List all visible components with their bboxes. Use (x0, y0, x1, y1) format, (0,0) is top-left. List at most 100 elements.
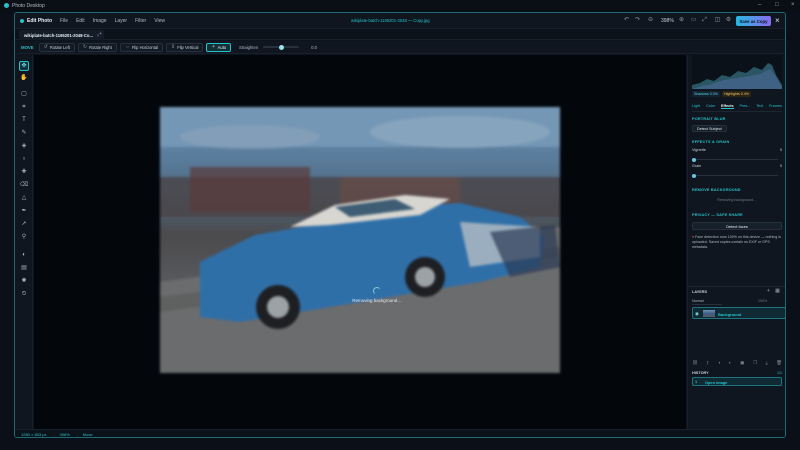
layer-row[interactable]: ◉ Background (692, 307, 785, 319)
menu-file[interactable]: File (60, 18, 68, 24)
effects-grain-title: EFFECTS & GRAIN (692, 140, 730, 144)
brush-tool-icon[interactable]: ✎ (19, 128, 29, 138)
adjustment-icon[interactable]: ◐ (729, 360, 732, 366)
rotate-left-button[interactable]: ↺ Rotate Left (38, 42, 75, 52)
tool-options-bar: MOVE ↺ Rotate Left ↻ Rotate Right ⇔ Flip Ho… (15, 41, 785, 54)
tab-text[interactable]: Text (756, 104, 763, 109)
menu-edit[interactable]: Edit (76, 18, 85, 24)
settings-icon[interactable]: ⚙ (725, 17, 732, 24)
auto-label: Auto (217, 44, 227, 50)
highlights-clip-badge[interactable]: Highlights 0.4% (721, 91, 751, 97)
pen-tool-icon[interactable]: ✒ (19, 206, 29, 216)
vignette-row: Vignette 0 (692, 148, 782, 152)
privacy-note: ● Face detection runs 100% on this devic… (692, 235, 782, 250)
flip-vertical-button[interactable]: ⇕ Flip Vertical (166, 42, 204, 52)
rotate-left-label: Rotate Left (49, 44, 70, 50)
add-layer-icon[interactable]: + (766, 289, 771, 294)
move-tool-icon[interactable]: ✥ (19, 61, 29, 71)
flip-vertical-icon: ⇕ (171, 44, 176, 50)
fullscreen-icon[interactable]: ⤢ (701, 17, 708, 24)
document-title: wikiplate-batch-1165201-2048 — Copy.jpg (351, 18, 430, 23)
fit-icon[interactable]: ▭ (690, 17, 697, 24)
grain-slider-knob[interactable] (692, 173, 696, 178)
text-tool-icon[interactable]: T (19, 115, 29, 125)
history-tool-icon[interactable]: ⏲ (19, 289, 29, 299)
detect-subject-button[interactable]: Detect Subject (692, 125, 727, 132)
merge-icon[interactable]: ⤓ (766, 360, 768, 366)
eyedropper-tool-icon[interactable]: ⚲ (19, 232, 29, 242)
menu-view[interactable]: View (154, 18, 165, 24)
crop-tool-icon[interactable]: ⌗ (19, 102, 29, 112)
vignette-slider[interactable] (692, 157, 778, 162)
save-as-copy-button[interactable]: Save as Copy (736, 16, 771, 26)
brand-logo-icon (20, 18, 24, 23)
heal-tool-icon[interactable]: ✚ (19, 167, 29, 177)
fx-icon[interactable]: ƒ (706, 360, 709, 366)
flip-horizontal-button[interactable]: ⇔ Flip Horizontal (119, 42, 164, 52)
layer-options-icon[interactable]: ▦ (775, 289, 780, 294)
document-tabbar: wikiplate-batch-1165201-2048-Co... × + (15, 29, 785, 40)
eraser-tool-icon[interactable]: ⌫ (19, 180, 29, 190)
vignette-slider-knob[interactable] (692, 157, 696, 162)
marquee-tool-icon[interactable]: ▢ (19, 89, 29, 99)
image-canvas[interactable]: Removing background… (34, 55, 686, 429)
canvas-status-message: Removing background… (352, 298, 402, 303)
clone-tool-icon[interactable]: ♁ (19, 154, 29, 164)
portrait-blur-title: PORTRAIT BLUR (692, 117, 726, 121)
layer-name: Background (718, 311, 742, 317)
menu-image[interactable]: Image (93, 18, 107, 24)
redo-icon[interactable]: ↷ (634, 17, 641, 24)
undo-icon[interactable]: ↶ (623, 17, 630, 24)
maximize-icon[interactable]: □ (775, 2, 779, 8)
straighten-slider-knob[interactable] (278, 44, 284, 50)
eye-icon[interactable]: ◉ (695, 311, 699, 317)
document-tab[interactable]: wikiplate-batch-1165201-2048-Co... × (19, 30, 105, 40)
tab-light[interactable]: Light (692, 104, 700, 109)
shadows-clip-badge[interactable]: Shadows 0.0% (692, 91, 720, 97)
adjust-tool-icon[interactable]: ✺ (19, 276, 29, 286)
window-close-icon[interactable]: × (791, 2, 795, 8)
rotate-right-button[interactable]: ↻ Rotate Right (77, 42, 117, 52)
blend-mode-select[interactable]: Normal (692, 299, 722, 305)
zoom-in-icon[interactable]: ⊕ (678, 17, 685, 24)
straighten-slider[interactable] (263, 44, 300, 50)
history-index: 1 (695, 380, 698, 384)
tab-presets[interactable]: Pres... (739, 104, 750, 109)
opacity-value[interactable]: 100% (758, 299, 767, 303)
shape-tool-icon[interactable]: △ (19, 193, 29, 203)
link-icon[interactable]: ⛓ (692, 360, 698, 366)
select-tool-icon[interactable]: ➚ (19, 219, 29, 229)
fill-tool-icon[interactable]: ◈ (19, 141, 29, 151)
trash-icon[interactable]: 🗑 (776, 360, 782, 366)
hand-tool-icon[interactable]: ✋ (19, 73, 29, 83)
flip-horizontal-label: Flip Horizontal (131, 44, 159, 50)
history-item[interactable]: 1 Open image (692, 377, 782, 386)
grain-slider[interactable] (692, 173, 778, 178)
detect-faces-button[interactable]: Detect faces (692, 222, 782, 230)
grain-row: Grain 0 (692, 164, 782, 168)
menu-layer[interactable]: Layer (115, 18, 128, 24)
mask-icon[interactable]: ◑ (717, 360, 720, 366)
vignette-value: 0 (779, 148, 782, 152)
tab-frames[interactable]: Frames (769, 104, 782, 109)
dodge-tool-icon[interactable]: ◐ (19, 250, 29, 260)
auto-button[interactable]: ✦ Auto (206, 42, 232, 52)
group-icon[interactable]: ▣ (740, 360, 744, 366)
privacy-title: PRIVACY — SAFE SHARE (692, 213, 743, 217)
tab-color[interactable]: Color (706, 104, 715, 109)
close-document-icon[interactable]: × (775, 16, 780, 25)
gradient-tool-icon[interactable]: ▤ (19, 263, 29, 273)
minimize-icon[interactable]: – (758, 2, 761, 8)
tab-effects[interactable]: Effects (720, 104, 734, 109)
new-tab-button[interactable]: + (99, 31, 102, 37)
duplicate-icon[interactable]: ❐ (753, 360, 757, 366)
compare-icon[interactable]: ◫ (714, 17, 721, 24)
remove-background-title: REMOVE BACKGROUND (692, 188, 741, 192)
status-mode: Move (82, 432, 93, 437)
menu-filter[interactable]: Filter (135, 18, 146, 24)
tools-toolbar: ✥ ✋ ▢ ⌗ T ✎ ◈ ♁ ✚ ⌫ △ ✒ ➚ ⚲ ◐ ▤ ✺ ⏲ (15, 55, 33, 429)
panel-tabs: Light Color Effects Pres... Text Frames (692, 104, 782, 112)
photo (160, 107, 560, 373)
status-separator: | (76, 432, 78, 437)
zoom-out-icon[interactable]: ⊖ (647, 17, 654, 24)
